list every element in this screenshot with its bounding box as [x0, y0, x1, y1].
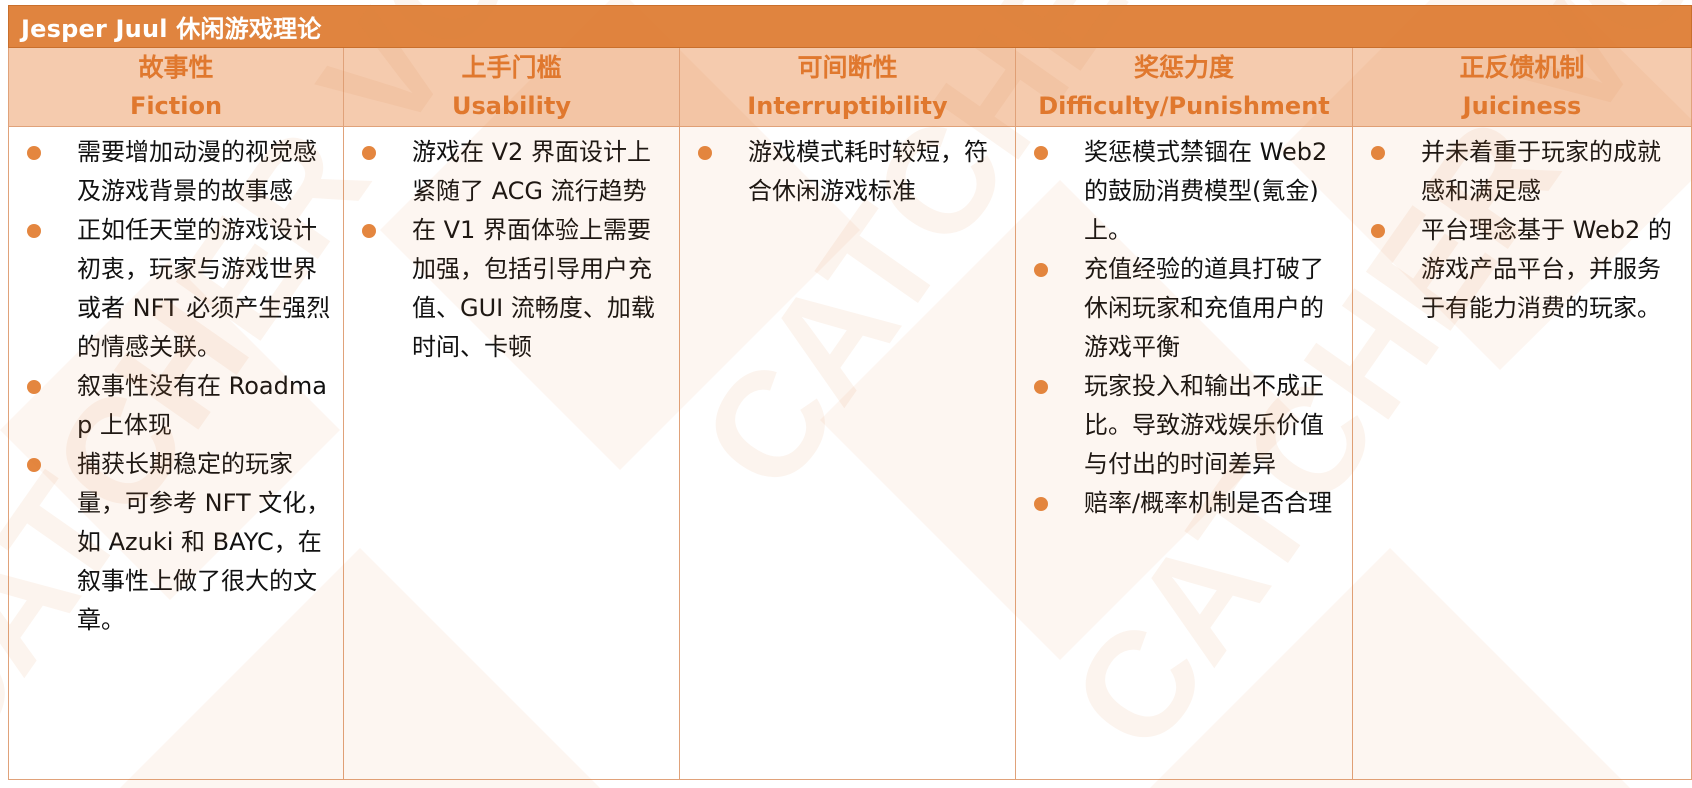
column-title-en: Juiciness	[1462, 92, 1582, 120]
table-title-bar: Jesper Juul 休闲游戏理论	[8, 5, 1692, 48]
bullet-item: 叙事性没有在 Roadmap 上体现	[21, 367, 333, 445]
column-body: 游戏在 V2 界面设计上紧随了 ACG 流行趋势 在 V1 界面体验上需要加强，…	[344, 127, 679, 779]
bullet-list: 需要增加动漫的视觉感及游戏背景的故事感 正如任天堂的游戏设计初衷，玩家与游戏世界…	[21, 133, 333, 640]
column-juiciness: 正反馈机制 Juiciness 并未着重于玩家的成就感和满足感 平台理念基于 W…	[1353, 48, 1692, 780]
bullet-item: 捕获长期稳定的玩家量，可参考 NFT 文化，如 Azuki 和 BAYC，在叙事…	[21, 445, 333, 640]
column-interruptibility: 可间断性 Interruptibility 游戏模式耗时较短，符合休闲游戏标准	[680, 48, 1016, 780]
column-body: 并未着重于玩家的成就感和满足感 平台理念基于 Web2 的游戏产品平台，并服务于…	[1353, 127, 1691, 779]
bullet-item: 充值经验的道具打破了休闲玩家和充值用户的游戏平衡	[1028, 250, 1342, 367]
column-title-en: Difficulty/Punishment	[1038, 92, 1330, 120]
table-title: Jesper Juul 休闲游戏理论	[21, 15, 322, 43]
bullet-list: 游戏在 V2 界面设计上紧随了 ACG 流行趋势 在 V1 界面体验上需要加强，…	[356, 133, 669, 367]
column-header: 上手门槛 Usability	[344, 48, 679, 127]
column-body: 游戏模式耗时较短，符合休闲游戏标准	[680, 127, 1015, 779]
column-body: 需要增加动漫的视觉感及游戏背景的故事感 正如任天堂的游戏设计初衷，玩家与游戏世界…	[9, 127, 343, 779]
column-title-en: Usability	[452, 92, 571, 120]
column-fiction: 故事性 Fiction 需要增加动漫的视觉感及游戏背景的故事感 正如任天堂的游戏…	[8, 48, 344, 780]
column-difficulty: 奖惩力度 Difficulty/Punishment 奖惩模式禁锢在 Web2 …	[1016, 48, 1353, 780]
column-title-zh: 正反馈机制	[1459, 53, 1585, 82]
column-header: 故事性 Fiction	[9, 48, 343, 127]
bullet-list: 并未着重于玩家的成就感和满足感 平台理念基于 Web2 的游戏产品平台，并服务于…	[1365, 133, 1681, 328]
bullet-item: 并未着重于玩家的成就感和满足感	[1365, 133, 1681, 211]
column-usability: 上手门槛 Usability 游戏在 V2 界面设计上紧随了 ACG 流行趋势 …	[344, 48, 680, 780]
table-columns: 故事性 Fiction 需要增加动漫的视觉感及游戏背景的故事感 正如任天堂的游戏…	[8, 48, 1692, 780]
column-header: 正反馈机制 Juiciness	[1353, 48, 1691, 127]
bullet-item: 游戏模式耗时较短，符合休闲游戏标准	[692, 133, 1005, 211]
bullet-item: 玩家投入和输出不成正比。导致游戏娱乐价值与付出的时间差异	[1028, 367, 1342, 484]
column-title-en: Fiction	[129, 92, 223, 120]
column-title-zh: 上手门槛	[461, 53, 562, 82]
bullet-list: 游戏模式耗时较短，符合休闲游戏标准	[692, 133, 1005, 211]
bullet-item: 赔率/概率机制是否合理	[1028, 484, 1342, 523]
column-title-zh: 故事性	[138, 53, 214, 82]
column-body: 奖惩模式禁锢在 Web2 的鼓励消费模型(氪金)上。 充值经验的道具打破了休闲玩…	[1016, 127, 1352, 779]
theory-table: Jesper Juul 休闲游戏理论 故事性 Fiction 需要增加动漫的视觉…	[8, 5, 1692, 780]
bullet-item: 正如任天堂的游戏设计初衷，玩家与游戏世界或者 NFT 必须产生强烈的情感关联。	[21, 211, 333, 367]
column-header: 可间断性 Interruptibility	[680, 48, 1015, 127]
bullet-item: 需要增加动漫的视觉感及游戏背景的故事感	[21, 133, 333, 211]
bullet-item: 游戏在 V2 界面设计上紧随了 ACG 流行趋势	[356, 133, 669, 211]
bullet-item: 平台理念基于 Web2 的游戏产品平台，并服务于有能力消费的玩家。	[1365, 211, 1681, 328]
column-title-zh: 可间断性	[797, 53, 898, 82]
column-header: 奖惩力度 Difficulty/Punishment	[1016, 48, 1352, 127]
bullet-item: 在 V1 界面体验上需要加强，包括引导用户充值、GUI 流畅度、加载时间、卡顿	[356, 211, 669, 367]
page: Jesper Juul 休闲游戏理论 故事性 Fiction 需要增加动漫的视觉…	[0, 0, 1692, 788]
bullet-item: 奖惩模式禁锢在 Web2 的鼓励消费模型(氪金)上。	[1028, 133, 1342, 250]
bullet-list: 奖惩模式禁锢在 Web2 的鼓励消费模型(氪金)上。 充值经验的道具打破了休闲玩…	[1028, 133, 1342, 523]
column-title-en: Interruptibility	[747, 92, 948, 120]
column-title-zh: 奖惩力度	[1133, 53, 1234, 82]
